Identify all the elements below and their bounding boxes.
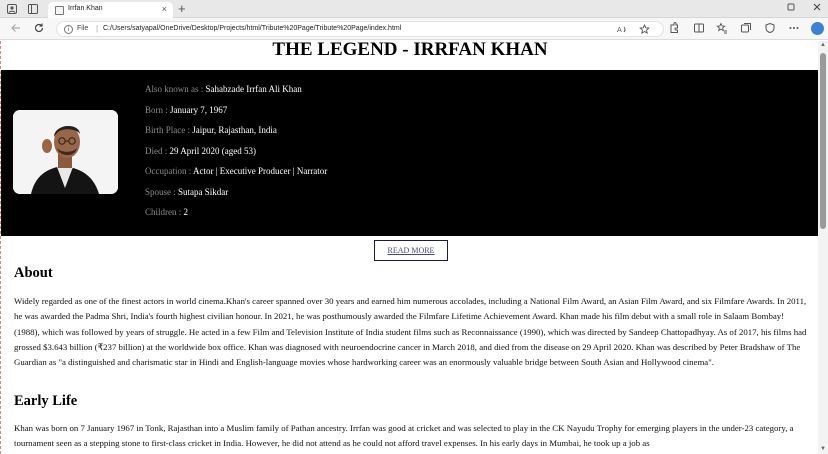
scroll-up-icon[interactable]: ▲ — [820, 42, 826, 48]
fact-value: 29 April 2020 (aged 53) — [169, 145, 256, 156]
fact-spouse: Spouse : Sutapa Sikdar — [145, 186, 327, 207]
about-paragraph: Widely regarded as one of the finest act… — [14, 296, 807, 368]
early-life-heading: Early Life — [14, 393, 78, 409]
split-screen-icon[interactable] — [693, 22, 705, 38]
close-window-icon[interactable] — [812, 2, 822, 16]
fact-value: Jaipur, Rajasthan, India — [192, 125, 277, 135]
fact-value: Sahabzade Irrfan Ali Khan — [205, 84, 302, 94]
fact-also-known-as: Also known as : Sahabzade Irrfan Ali Kha… — [145, 83, 327, 104]
refresh-icon[interactable] — [33, 22, 45, 38]
favorites-icon[interactable] — [716, 22, 728, 38]
tab-actions-icon[interactable] — [27, 3, 39, 15]
scroll-thumb[interactable] — [820, 53, 826, 229]
profile-icon[interactable] — [6, 3, 18, 15]
file-label: File — [77, 25, 89, 32]
back-icon[interactable] — [10, 22, 22, 38]
copilot-icon[interactable] — [811, 22, 824, 35]
profile-photo — [13, 110, 118, 194]
fact-died: Died : 29 April 2020 (aged 53) — [145, 145, 327, 166]
favorite-star-icon[interactable] — [639, 23, 650, 38]
fact-birth-place: Birth Place : Jaipur, Rajasthan, India — [145, 124, 327, 145]
fact-born: Born : January 7, 1967 — [145, 104, 327, 125]
extensions-icon[interactable] — [668, 22, 680, 38]
fact-occupation: Occupation : Actor | Executive Producer … — [145, 165, 327, 186]
fact-label: Occupation : — [145, 166, 193, 176]
more-options-icon[interactable] — [788, 22, 800, 38]
fact-value: Actor | Executive Producer | Narrator — [193, 166, 328, 176]
fact-value: 2 — [183, 207, 189, 217]
fact-label: Birth Place : — [145, 125, 193, 135]
fact-label: Children : — [145, 207, 184, 217]
url-input[interactable]: i File | C:/Users/satyapal/OneDrive/Desk… — [56, 21, 664, 37]
tab-bar: Irrfan Khan × + — [0, 0, 828, 19]
facts-list: Also known as : Sahabzade Irrfan Ali Kha… — [145, 83, 327, 227]
fact-children: Children : 2 — [145, 206, 327, 227]
new-tab-button[interactable]: + — [178, 1, 186, 16]
fact-label: Spouse : — [145, 186, 179, 197]
read-more-button[interactable]: READ MORE — [374, 240, 448, 261]
restore-icon[interactable] — [786, 2, 796, 16]
collections-icon[interactable] — [740, 22, 752, 38]
scroll-down-icon[interactable]: ▼ — [820, 446, 826, 452]
close-icon[interactable]: × — [162, 4, 167, 14]
page-scrollbar[interactable]: ▲ ▼ — [818, 41, 828, 454]
tab-title: Irrfan Khan — [68, 5, 103, 12]
fact-label: Died : — [145, 145, 170, 156]
profile-section: Also known as : Sahabzade Irrfan Ali Kha… — [1, 70, 818, 236]
browser-essentials-icon[interactable] — [764, 22, 776, 38]
read-aloud-icon[interactable]: A — [617, 24, 628, 38]
page-viewport: THE LEGEND - IRRFAN KHAN Also known as:… — [0, 41, 818, 454]
info-icon[interactable]: i — [64, 25, 73, 34]
svg-text:A: A — [617, 26, 622, 34]
fact-value: January 7, 1967 — [170, 104, 228, 115]
url-separator: | — [96, 24, 99, 33]
page-icon — [55, 6, 64, 15]
about-heading: About — [14, 265, 53, 281]
fact-label: Born : — [145, 104, 171, 115]
url-text: C:/Users/satyapal/OneDrive/Desktop/Proje… — [103, 25, 402, 32]
fact-label: Also known as : — [145, 84, 206, 94]
early-life-paragraph: Khan was born on 7 January 1967 in Tonk,… — [14, 423, 794, 449]
page-title: THE LEGEND - IRRFAN KHAN — [272, 41, 548, 60]
fact-value: Sutapa Sikdar — [178, 186, 229, 197]
tab-irrfan-khan[interactable]: Irrfan Khan × — [48, 2, 173, 19]
address-bar: i File | C:/Users/satyapal/OneDrive/Desk… — [0, 18, 828, 40]
